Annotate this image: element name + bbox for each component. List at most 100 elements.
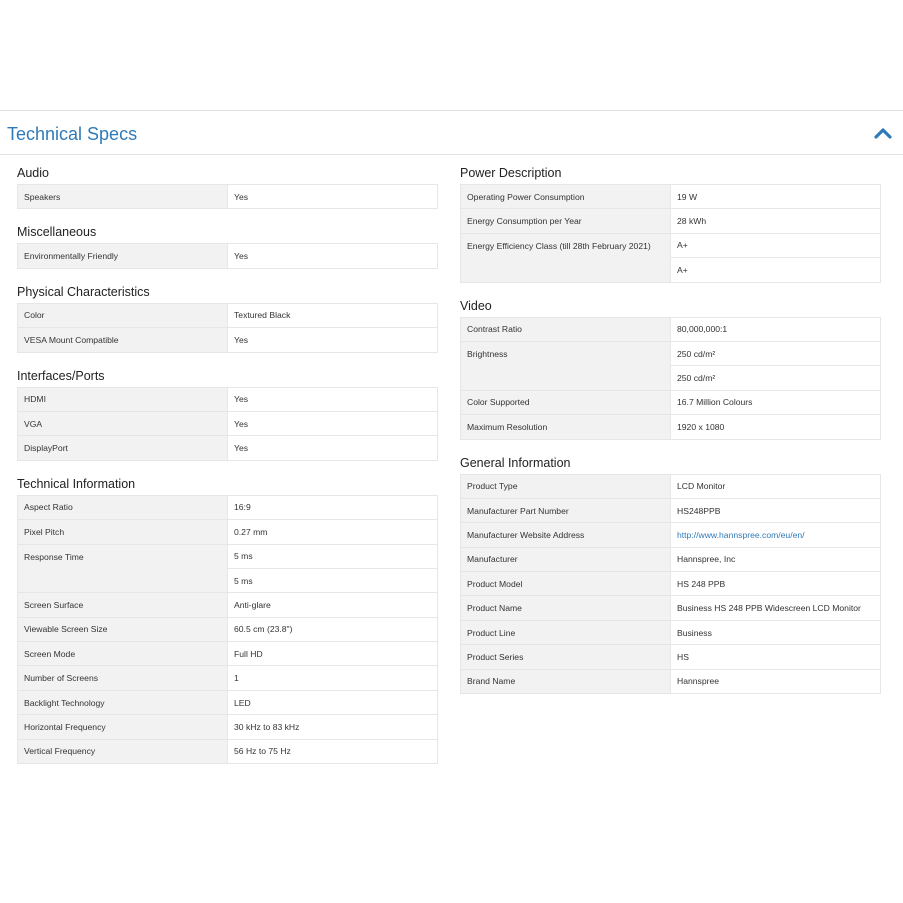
spec-row: Brand Name Hannspree (460, 668, 881, 695)
spec-value: 5 ms (227, 567, 438, 594)
spec-value: 1920 x 1080 (670, 414, 881, 440)
spec-label: Screen Mode (17, 641, 228, 667)
spec-value: HS (670, 644, 881, 670)
group-title-video: Video (460, 298, 492, 313)
spec-row: Screen Surface Anti-glare (17, 592, 438, 618)
spec-value: A+ (670, 257, 881, 283)
spec-row: Backlight Technology LED (17, 689, 438, 716)
spec-label: Screen Surface (17, 592, 228, 618)
spec-label: Energy Consumption per Year (460, 208, 671, 234)
spec-label: Energy Efficiency Class (till 28th Febru… (460, 232, 671, 283)
spec-row: Energy Consumption per Year 28 kWh (460, 208, 881, 234)
spec-value: http://www.hannspree.com/eu/en/ (670, 522, 881, 548)
specs-left-column: Audio Speakers Yes Miscellaneous Environment… (17, 162, 438, 776)
spec-row: Product Type LCD Monitor (460, 473, 881, 499)
spec-row: Operating Power Consumption 19 W (460, 183, 881, 210)
spec-value: Yes (227, 435, 438, 461)
spec-row: Vertical Frequency 56 Hz to 75 Hz (17, 738, 438, 765)
spec-label: Color Supported (460, 389, 671, 416)
spec-label: HDMI (17, 386, 228, 412)
spec-label: Environmentally Friendly (17, 243, 228, 269)
manufacturer-website-link[interactable]: http://www.hannspree.com/eu/en/ (677, 530, 805, 540)
spec-row: Response Time 5 ms (17, 543, 438, 594)
spec-label: Horizontal Frequency (17, 714, 228, 740)
spec-label: Manufacturer (460, 546, 671, 573)
spec-value: 30 kHz to 83 kHz (227, 714, 438, 740)
group-title-technical-information: Technical Information (17, 476, 136, 491)
spec-value: HS248PPB (670, 497, 881, 524)
spec-label: Product Series (460, 644, 671, 670)
spec-label: Manufacturer Website Address (460, 522, 671, 548)
spec-label: Maximum Resolution (460, 414, 671, 440)
spec-row: Speakers Yes (17, 183, 438, 210)
spec-value: LCD Monitor (670, 473, 881, 499)
spec-row: VGA Yes (17, 410, 438, 437)
spec-label: Brand Name (460, 668, 671, 695)
spec-row: Screen Mode Full HD (17, 641, 438, 667)
spec-value: Yes (227, 243, 438, 269)
spec-row: Product Series HS (460, 644, 881, 670)
spec-row: Brightness 250 cd/m² (460, 340, 881, 391)
spec-value: Hannspree, Inc (670, 546, 881, 573)
spec-value: Business (670, 619, 881, 646)
spec-table-physical-characteristics: Color Textured Black VESA Mount Compatible… (17, 302, 438, 353)
spec-row: VESA Mount Compatible Yes (17, 327, 438, 353)
spec-row: Contrast Ratio 80,000,000:1 (460, 316, 881, 342)
spec-label: VESA Mount Compatible (17, 327, 228, 353)
spec-label: Product Name (460, 595, 671, 621)
spec-value: 19 W (670, 183, 881, 210)
spec-label: Operating Power Consumption (460, 183, 671, 210)
spec-value: 56 Hz to 75 Hz (227, 738, 438, 765)
spec-label: Number of Screens (17, 665, 228, 691)
spec-label: Manufacturer Part Number (460, 497, 671, 524)
spec-label: Product Model (460, 571, 671, 597)
spec-table-power-description: Operating Power Consumption 19 W Energy Co… (460, 183, 881, 283)
spec-value: 60.5 cm (23.8") (227, 616, 438, 643)
spec-row: Manufacturer Website Address http://www.h… (460, 522, 881, 548)
spec-row: Aspect Ratio 16:9 (17, 494, 438, 521)
spec-label: Backlight Technology (17, 689, 228, 716)
spec-row: Environmentally Friendly Yes (17, 243, 438, 269)
spec-table-video: Contrast Ratio 80,000,000:1 Brightness 250 … (460, 316, 881, 440)
spec-row: Color Supported 16.7 Million Colours (460, 389, 881, 416)
spec-label: Pixel Pitch (17, 519, 228, 545)
spec-label: DisplayPort (17, 435, 228, 461)
spec-table-interfaces-ports: HDMI Yes VGA Yes DisplayPort Yes (17, 386, 438, 461)
spec-row: Number of Screens 1 (17, 665, 438, 691)
group-title-physical-characteristics: Physical Characteristics (17, 284, 150, 299)
spec-row: Energy Efficiency Class (till 28th Febru… (460, 232, 881, 283)
spec-value: Yes (227, 327, 438, 353)
technical-specs-header[interactable]: Technical Specs (0, 110, 903, 155)
spec-table-miscellaneous: Environmentally Friendly Yes (17, 243, 438, 269)
group-title-general-information: General Information (460, 455, 571, 470)
spec-row: Horizontal Frequency 30 kHz to 83 kHz (17, 714, 438, 740)
group-title-interfaces-ports: Interfaces/Ports (17, 368, 105, 383)
spec-label: Contrast Ratio (460, 316, 671, 342)
spec-value: Textured Black (227, 302, 438, 329)
spec-label: Product Line (460, 619, 671, 646)
spec-value: Yes (227, 386, 438, 412)
spec-value: 0.27 mm (227, 519, 438, 545)
spec-label: Speakers (17, 183, 228, 210)
chevron-up-icon[interactable] (873, 124, 893, 142)
spec-row: Product Model HS 248 PPB (460, 571, 881, 597)
spec-value: Full HD (227, 641, 438, 667)
spec-label: Vertical Frequency (17, 738, 228, 765)
spec-label: Response Time (17, 543, 228, 594)
spec-value: Anti-glare (227, 592, 438, 618)
spec-row: Viewable Screen Size 60.5 cm (23.8") (17, 616, 438, 643)
spec-label: Brightness (460, 340, 671, 391)
spec-label: Viewable Screen Size (17, 616, 228, 643)
spec-label: Aspect Ratio (17, 494, 228, 521)
spec-label: Product Type (460, 473, 671, 499)
spec-value: Hannspree (670, 668, 881, 695)
spec-value: 250 cd/m² (670, 365, 881, 391)
spec-value: 80,000,000:1 (670, 316, 881, 342)
group-title-audio: Audio (17, 166, 49, 180)
spec-value: Yes (227, 183, 438, 210)
spec-row: Maximum Resolution 1920 x 1080 (460, 414, 881, 440)
spec-row: Manufacturer Hannspree, Inc (460, 546, 881, 573)
spec-label: Color (17, 302, 228, 329)
spec-value: 16.7 Million Colours (670, 389, 881, 416)
spec-row: Manufacturer Part Number HS248PPB (460, 497, 881, 524)
